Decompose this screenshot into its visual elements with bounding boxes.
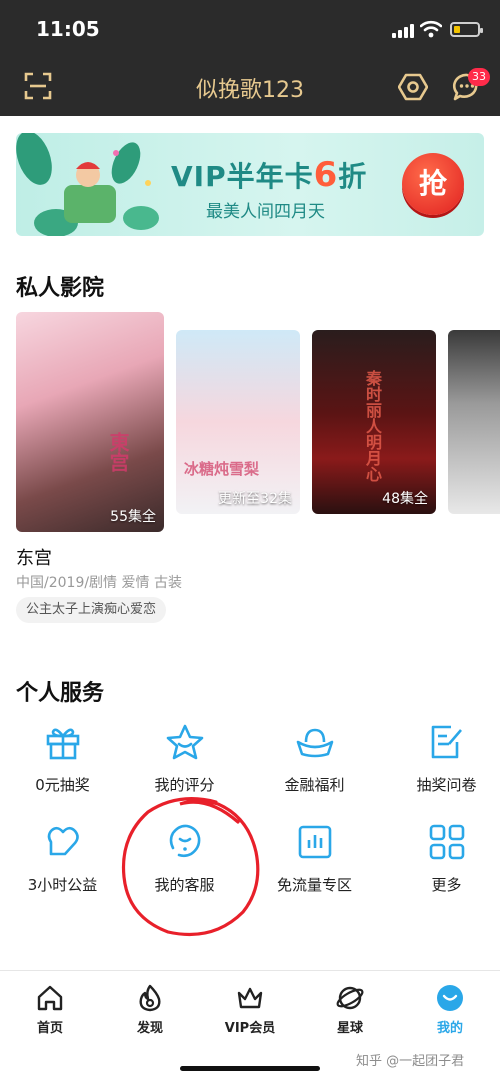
status-time: 11:05 xyxy=(36,17,100,41)
poster-episodes: 55集全 xyxy=(110,509,156,525)
profile-header: 似挽歌123 33 xyxy=(0,56,500,116)
poster-card[interactable]: 冰糖炖雪梨 更新至32集 xyxy=(176,330,300,514)
service-finance[interactable]: 金融福利 xyxy=(252,722,377,795)
service-lottery[interactable]: 0元抽奖 xyxy=(0,722,125,795)
poster-card[interactable] xyxy=(448,330,500,514)
service-more[interactable]: 更多 xyxy=(384,822,500,895)
planet-icon xyxy=(336,986,364,1010)
tab-home[interactable]: 首页 xyxy=(0,983,100,1036)
banner-title-prefix: VIP半年卡 xyxy=(171,160,314,193)
service-my-rating[interactable]: 我的评分 xyxy=(122,722,247,795)
banner-grab-button[interactable]: 抢 xyxy=(402,153,464,215)
status-bar: 11:05 xyxy=(0,0,500,56)
theater-section-title: 私人影院 xyxy=(16,276,105,301)
vip-promo-banner[interactable]: VIP半年卡6折 最美人间四月天 抢 xyxy=(16,133,484,236)
featured-drama-name[interactable]: 东宫 xyxy=(16,544,52,570)
service-label: 3小时公益 xyxy=(27,876,98,894)
gold-ingot-icon xyxy=(296,728,333,758)
service-label: 0元抽奖 xyxy=(35,776,90,794)
poster-episodes: 更新至32集 xyxy=(218,491,292,507)
poster-title: 東宫 xyxy=(106,432,130,472)
featured-drama-tag: 公主太子上演痴心爱恋 xyxy=(16,597,167,623)
tab-vip[interactable]: VIP会员 xyxy=(200,983,300,1036)
data-chart-icon xyxy=(298,825,331,859)
cellular-signal-icon xyxy=(392,22,416,38)
message-count-badge: 33 xyxy=(468,68,490,86)
service-data-free[interactable]: 免流量专区 xyxy=(252,822,377,895)
services-section-title: 个人服务 xyxy=(16,681,105,706)
survey-icon xyxy=(431,725,462,759)
wifi-icon xyxy=(420,20,442,38)
tab-label: 星球 xyxy=(336,1021,363,1036)
battery-icon xyxy=(450,22,483,37)
poster-episodes: 48集全 xyxy=(382,491,428,507)
heart-icon xyxy=(47,826,79,856)
banner-title: VIP半年卡6折 xyxy=(171,155,367,195)
poster-card[interactable]: 秦时丽人明月心 48集全 xyxy=(312,330,436,514)
tab-profile[interactable]: 我的 xyxy=(400,983,500,1036)
fire-icon xyxy=(139,984,161,1012)
poster-title: 冰糖炖雪梨 xyxy=(184,460,260,478)
home-indicator[interactable] xyxy=(180,1066,320,1071)
poster-title: 秦时丽人明月心 xyxy=(363,370,382,482)
service-label: 更多 xyxy=(431,876,462,894)
tab-discover[interactable]: 发现 xyxy=(100,983,200,1036)
star-icon xyxy=(166,724,203,760)
banner-title-suffix: 折 xyxy=(338,160,368,193)
tab-label: 发现 xyxy=(136,1021,163,1036)
poster-card[interactable]: 東宫 55集全 xyxy=(16,312,164,532)
annotation-circle xyxy=(121,797,260,936)
banner-subtitle: 最美人间四月天 xyxy=(206,202,325,222)
tab-label: 首页 xyxy=(36,1021,63,1036)
watermark: 知乎 @一起团子君 xyxy=(356,1054,465,1069)
gift-icon xyxy=(46,728,79,760)
banner-illustration xyxy=(16,133,159,236)
profile-icon xyxy=(437,985,463,1011)
settings-icon[interactable] xyxy=(398,72,428,102)
banner-title-number: 6 xyxy=(313,155,339,195)
service-label: 免流量专区 xyxy=(276,876,352,894)
service-label: 金融福利 xyxy=(284,776,345,794)
service-charity[interactable]: 3小时公益 xyxy=(0,822,125,895)
home-icon xyxy=(37,985,63,1011)
tab-planet[interactable]: 星球 xyxy=(300,983,400,1036)
crown-icon xyxy=(237,987,263,1009)
tab-label: VIP会员 xyxy=(224,1021,276,1036)
grid-icon xyxy=(429,824,464,860)
tab-label: 我的 xyxy=(436,1021,463,1036)
featured-drama-meta: 中国/2019/剧情 爱情 古装 xyxy=(16,575,182,591)
service-survey[interactable]: 抽奖问卷 xyxy=(384,722,500,795)
service-label: 抽奖问卷 xyxy=(416,776,477,794)
